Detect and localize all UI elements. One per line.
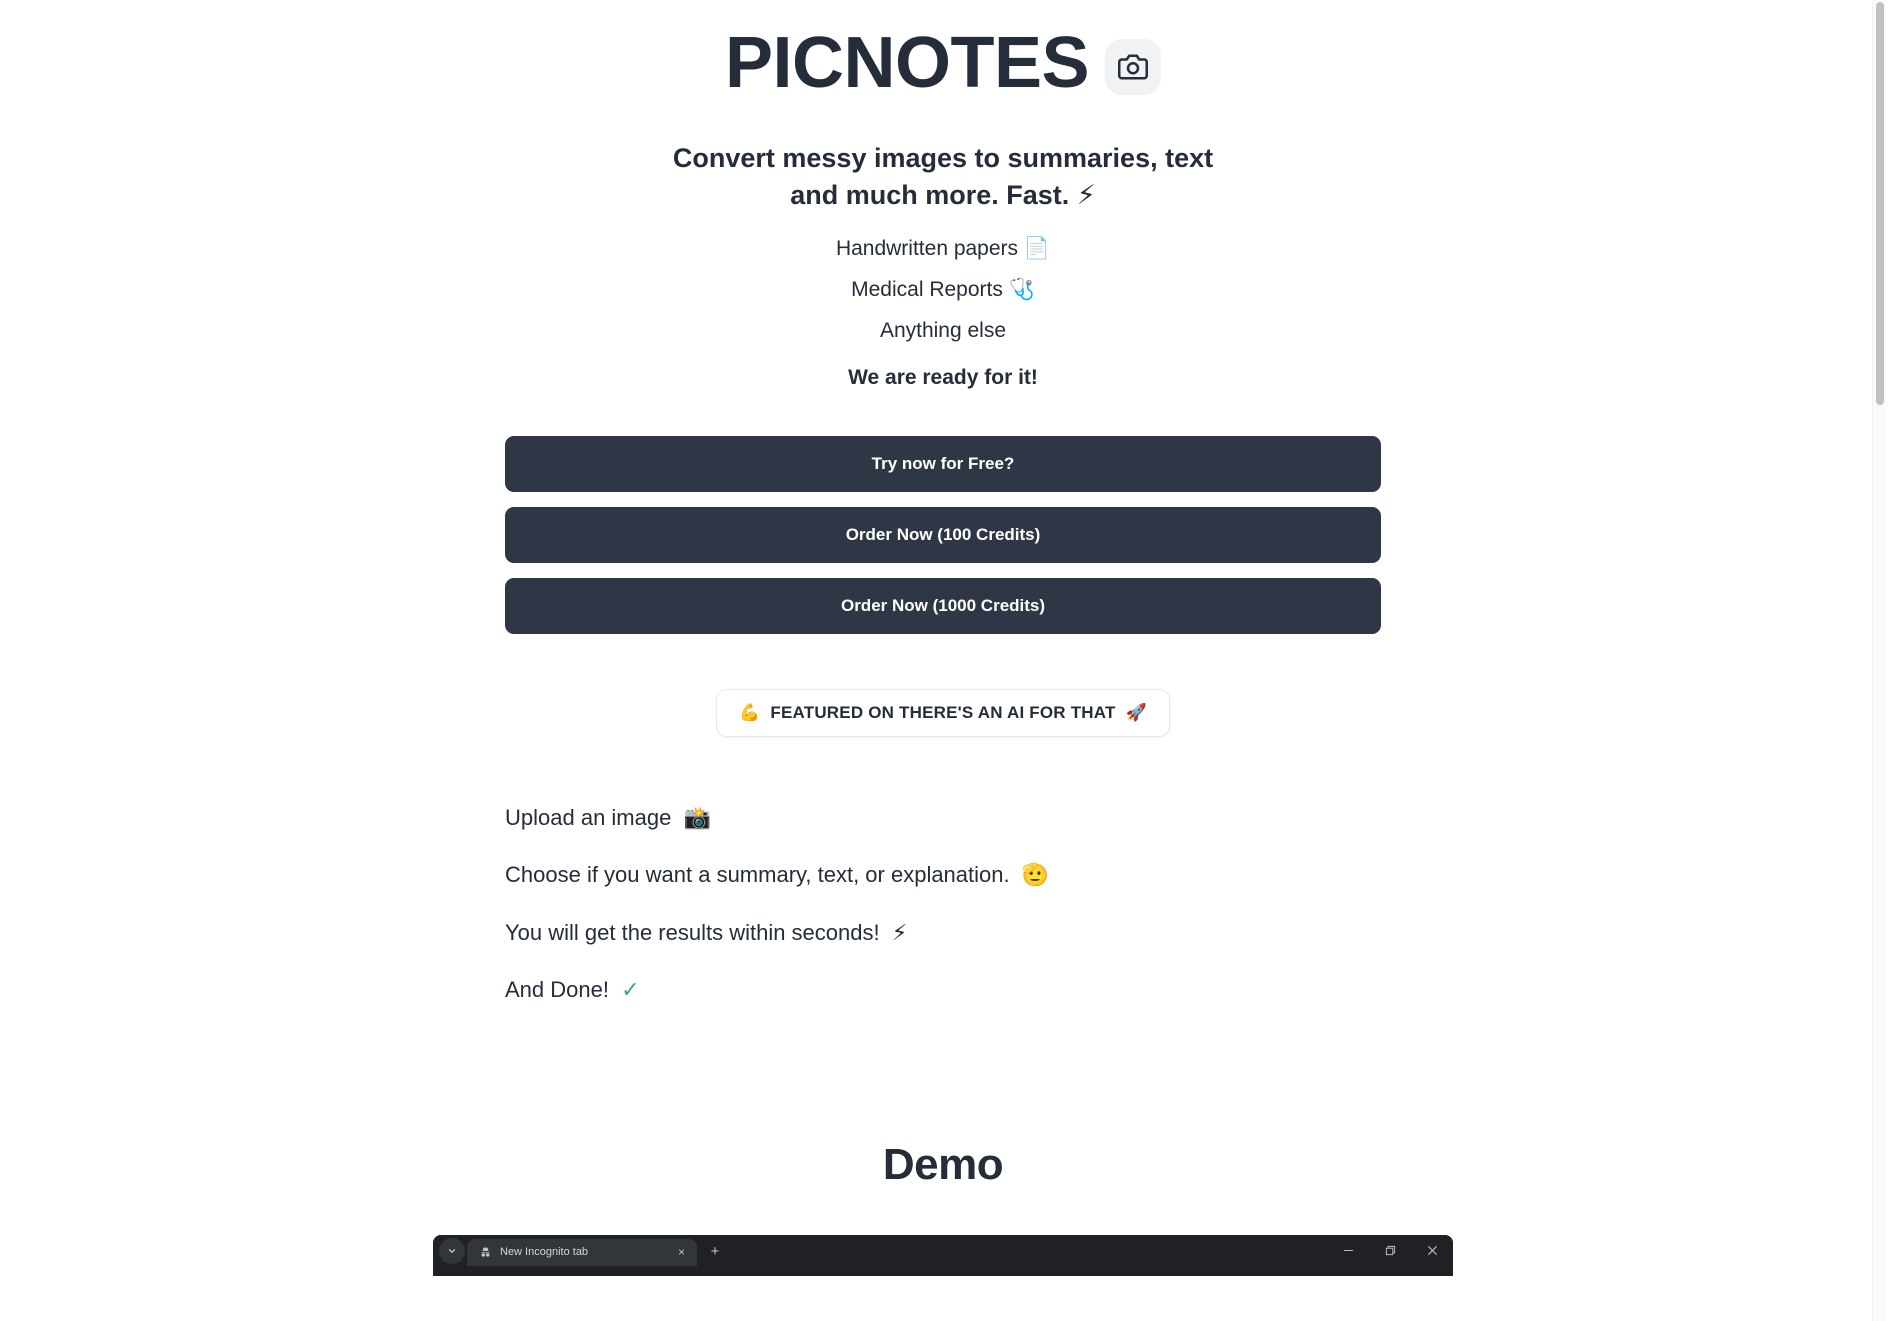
restore-icon[interactable]	[1369, 1235, 1411, 1266]
try-free-button[interactable]: Try now for Free?	[505, 435, 1381, 492]
browser-tab[interactable]: New Incognito tab ×	[467, 1238, 697, 1266]
feature-item-handwritten: Handwritten papers 📄	[836, 236, 1050, 261]
feature-item-ready: We are ready for it!	[848, 365, 1038, 390]
hero-subtitle: Convert messy images to summaries, text …	[673, 140, 1213, 215]
step-done: And Done! ✓	[505, 976, 1381, 1005]
feature-label: Anything else	[879, 319, 1007, 343]
lightning-icon: ⚡	[891, 920, 908, 946]
featured-on-badge[interactable]: 💪 FEATURED ON THERE'S AN AI FOR THAT 🚀	[716, 688, 1170, 737]
scrollbar-thumb[interactable]	[1876, 2, 1884, 405]
camera-flash-icon: 📸	[683, 805, 711, 831]
page-root: PICNOTES Convert messy images to summari…	[0, 0, 1886, 1321]
demo-heading: Demo	[882, 1139, 1004, 1189]
order-1000-credits-button[interactable]: Order Now (1000 Credits)	[505, 577, 1381, 634]
flexed-biceps-icon: 💪	[739, 702, 761, 723]
close-tab-icon[interactable]: ×	[674, 1245, 689, 1260]
page-title: PICNOTES	[724, 23, 1090, 103]
feature-item-medical: Medical Reports 🩺	[851, 277, 1035, 302]
step-upload-image: Upload an image 📸	[505, 804, 1381, 833]
hero-section: PICNOTES Convert messy images to summari…	[0, 0, 1886, 737]
feature-item-anything: Anything else	[880, 318, 1006, 343]
cta-button-group: Try now for Free? Order Now (100 Credits…	[505, 435, 1381, 634]
minimize-icon[interactable]	[1327, 1235, 1369, 1266]
brand-row: PICNOTES	[724, 23, 1162, 103]
stethoscope-icon: 🩺	[1008, 277, 1035, 302]
page-facing-up-icon: 📄	[1023, 236, 1051, 261]
browser-content-area	[433, 1265, 1453, 1276]
feature-list: Handwritten papers 📄 Medical Reports 🩺 A…	[836, 236, 1050, 390]
step-label: Choose if you want a summary, text, or e…	[505, 862, 1010, 888]
chevron-down-icon[interactable]	[439, 1237, 465, 1264]
step-label: Upload an image	[505, 804, 672, 830]
step-label: And Done!	[505, 977, 609, 1003]
browser-titlebar: New Incognito tab × +	[433, 1234, 1453, 1266]
feature-label: We are ready for it!	[848, 365, 1038, 389]
feature-label: Medical Reports	[851, 278, 1003, 302]
camera-icon	[1105, 38, 1162, 95]
window-controls	[1327, 1235, 1453, 1266]
hero-subtitle-line1: Convert messy images to summaries, text	[672, 142, 1214, 173]
page-scrollbar[interactable]	[1872, 0, 1886, 1321]
featured-on-label: FEATURED ON THERE'S AN AI FOR THAT	[770, 702, 1116, 722]
order-100-credits-button[interactable]: Order Now (100 Credits)	[505, 506, 1381, 563]
new-tab-button[interactable]: +	[703, 1240, 727, 1264]
feature-label: Handwritten papers	[835, 237, 1019, 261]
rocket-icon: 🚀	[1125, 702, 1147, 723]
hero-subtitle-line2: and much more. Fast.	[790, 179, 1070, 210]
step-label: You will get the results within seconds!	[505, 919, 880, 945]
steps-list: Upload an image 📸 Choose if you want a s…	[505, 804, 1381, 1005]
saluting-face-icon: 🫡	[1021, 863, 1050, 889]
check-mark-icon: ✓	[621, 978, 640, 1004]
lightning-icon: ⚡	[1076, 179, 1096, 211]
browser-tab-title: New Incognito tab	[500, 1246, 589, 1259]
demo-browser-window: New Incognito tab × +	[433, 1234, 1453, 1276]
step-choose-output: Choose if you want a summary, text, or e…	[505, 861, 1381, 890]
close-icon[interactable]	[1411, 1235, 1453, 1266]
step-get-results: You will get the results within seconds!…	[505, 919, 1381, 948]
incognito-icon	[478, 1245, 492, 1259]
